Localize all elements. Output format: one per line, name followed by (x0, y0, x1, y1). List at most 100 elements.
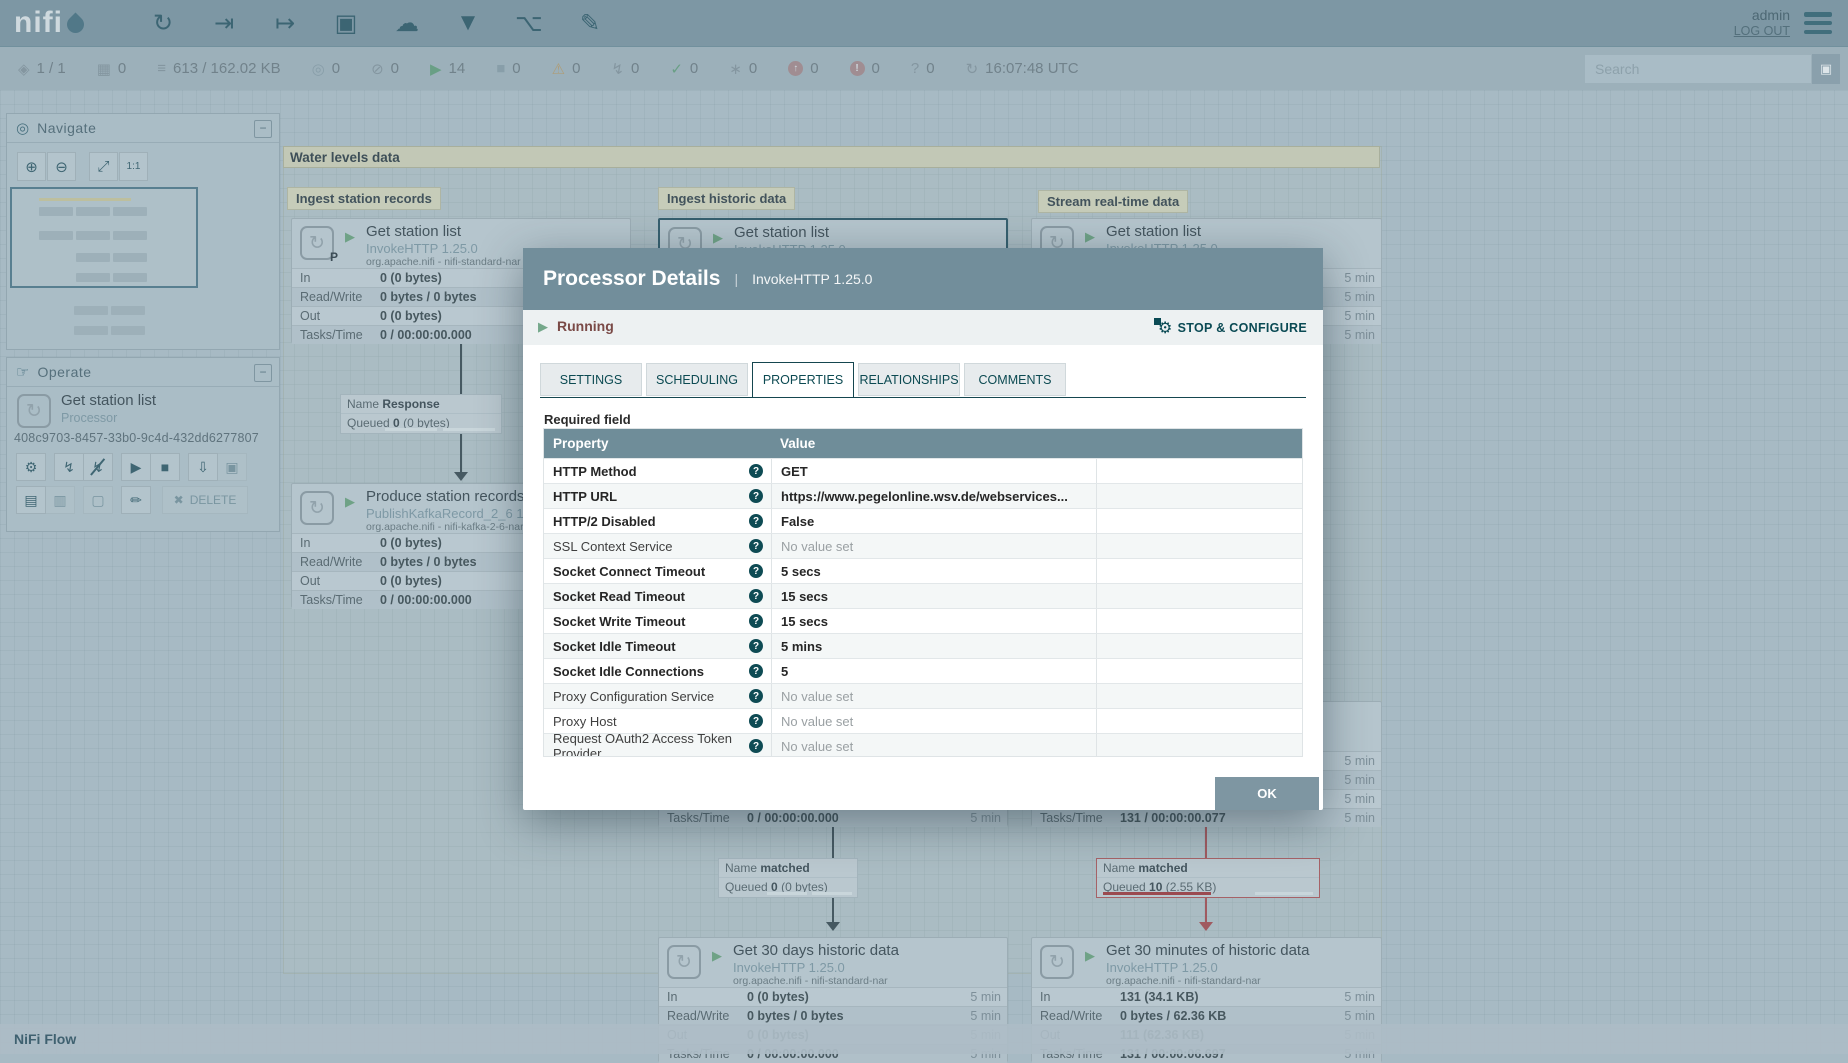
output-port-icon[interactable]: ↦ (268, 6, 302, 40)
connection-arrow-icon (454, 472, 468, 481)
help-icon[interactable] (749, 664, 763, 678)
table-row[interactable]: Socket Connect Timeout5 secs (544, 558, 1302, 583)
operate-header[interactable]: ☞ Operate (7, 358, 279, 387)
table-row[interactable]: Socket Write Timeout15 secs (544, 608, 1302, 633)
help-icon[interactable] (749, 514, 763, 528)
run-status-icon: ▶ (712, 948, 722, 963)
minimap-block (74, 326, 108, 335)
help-icon[interactable] (749, 539, 763, 553)
breadcrumb[interactable]: NiFi Flow (14, 1031, 76, 1047)
tab-properties[interactable]: PROPERTIES (752, 362, 854, 397)
stat-in: In 131 (34.1 KB) 5 min (1032, 987, 1381, 1006)
run-status-icon: ▶ (1085, 948, 1095, 963)
copy-button[interactable]: ▤ (16, 486, 46, 514)
help-icon[interactable] (749, 614, 763, 628)
table-row[interactable]: HTTP MethodGET (544, 458, 1302, 483)
threads-icon: ▦ (96, 60, 111, 78)
refresh-icon[interactable]: ↻ (966, 60, 979, 78)
processor-details-dialog: Processor Details InvokeHTTP 1.25.0 ▶ Ru… (523, 248, 1323, 810)
tab-relationships[interactable]: RELATIONSHIPS (858, 363, 960, 396)
processor-name: Get station list (734, 224, 830, 241)
navigate-palette: ◎ Navigate ⊕ ⊖ ⤢ 1:1 (6, 113, 280, 350)
zoom-actual-button[interactable]: 1:1 (119, 152, 148, 181)
table-row[interactable]: Socket Read Timeout15 secs (544, 583, 1302, 608)
table-row[interactable]: HTTP/2 DisabledFalse (544, 508, 1302, 533)
connection-label-matched-left[interactable]: Name matched Queued 0 (0 bytes) (718, 858, 858, 898)
status-stale: ↑ 0 (788, 60, 819, 77)
help-icon[interactable] (749, 689, 763, 703)
template-icon[interactable]: ⌥ (512, 6, 546, 40)
help-icon[interactable] (749, 489, 763, 503)
component-toolbar: ↻ ⇥ ↦ ▣ ☁ ▼ ⌥ ✎ (146, 6, 607, 40)
processor-name: Get 30 minutes of historic data (1106, 942, 1310, 959)
minimap-block (113, 231, 147, 240)
disable-button[interactable]: ↯ (83, 453, 113, 481)
table-row[interactable]: Socket Idle Connections5 (544, 658, 1302, 683)
configure-button[interactable]: ⚙ (16, 453, 46, 481)
ok-button[interactable]: OK (1215, 777, 1319, 810)
table-row[interactable]: SSL Context ServiceNo value set (544, 533, 1302, 558)
zoom-in-button[interactable]: ⊕ (17, 152, 46, 181)
help-icon[interactable] (749, 589, 763, 603)
stop-button[interactable]: ■ (150, 453, 180, 481)
stat-readwrite: Read/Write 0 bytes / 62.36 KB 5 min (1032, 1006, 1381, 1025)
search-input[interactable] (1585, 59, 1811, 78)
table-row[interactable]: Proxy HostNo value set (544, 708, 1302, 733)
global-menu-icon[interactable] (1804, 12, 1832, 34)
zoom-out-button[interactable]: ⊖ (47, 152, 76, 181)
stale-icon: ↑ (788, 61, 804, 76)
search-button[interactable]: ▣ (1812, 53, 1840, 84)
processor-name: Produce station records (366, 488, 525, 505)
stop-configure-icon: ⚙ (1154, 318, 1173, 337)
not-transmitting-icon: ⊘ (371, 60, 384, 78)
connection-label-matched-right[interactable]: Name matched Queued 10 (2.55 KB) (1096, 858, 1320, 898)
save-template-button[interactable]: ⇩ (188, 453, 218, 481)
tab-settings[interactable]: SETTINGS (540, 363, 642, 396)
group-label-ingest-historic-data[interactable]: Ingest historic data (658, 187, 796, 210)
start-button[interactable]: ▶ (121, 453, 151, 481)
selected-component-id: 408c9703-8457-33b0-9c4d-432dd6277807 (14, 431, 259, 445)
help-icon[interactable] (749, 739, 763, 753)
minimap-block (74, 306, 108, 315)
navigate-header[interactable]: ◎ Navigate (7, 114, 279, 143)
change-color-button[interactable]: ✏ (121, 486, 151, 514)
operate-palette: ☞ Operate ↻ Get station list Processor 4… (6, 357, 280, 532)
collapse-operate-icon[interactable] (254, 364, 272, 382)
run-status-icon: ▶ (345, 494, 355, 509)
label-icon[interactable]: ✎ (573, 6, 607, 40)
collapse-navigate-icon[interactable] (254, 120, 272, 138)
group-label-ingest-station-records[interactable]: Ingest station records (287, 187, 441, 210)
zoom-fit-button[interactable]: ⤢ (89, 152, 118, 181)
help-icon[interactable] (749, 639, 763, 653)
funnel-icon[interactable]: ▼ (451, 6, 485, 40)
input-port-icon[interactable]: ⇥ (207, 6, 241, 40)
table-row[interactable]: Request OAuth2 Access Token ProviderNo v… (544, 731, 1302, 756)
minimap-block (113, 273, 147, 282)
status-transmitting: ◎ 0 (311, 60, 341, 78)
table-row[interactable]: Proxy Configuration ServiceNo value set (544, 683, 1302, 708)
help-icon[interactable] (749, 564, 763, 578)
tab-comments[interactable]: COMMENTS (964, 363, 1066, 396)
enable-button[interactable]: ↯ (54, 453, 84, 481)
tab-scheduling[interactable]: SCHEDULING (646, 363, 748, 396)
process-group-icon[interactable]: ▣ (329, 6, 363, 40)
help-icon[interactable] (749, 714, 763, 728)
stop-and-configure-button[interactable]: ⚙ STOP & CONFIGURE (1154, 318, 1307, 338)
status-cluster: ◈ 1 / 1 (18, 60, 66, 78)
table-row[interactable]: HTTP URLhttps://www.pegelonline.wsv.de/w… (544, 483, 1302, 508)
last-refresh[interactable]: ↻ 16:07:48 UTC (966, 60, 1079, 78)
running-icon: ▶ (429, 60, 442, 78)
group-label-stream-real-time-data[interactable]: Stream real-time data (1038, 190, 1189, 213)
logout-link[interactable]: LOG OUT (1734, 23, 1790, 39)
hand-icon: ☞ (16, 364, 30, 381)
connection-arrow-icon (826, 922, 840, 931)
flow-label[interactable]: Water levels data (283, 146, 1380, 168)
remote-process-group-icon[interactable]: ☁ (390, 6, 424, 40)
processor-icon[interactable]: ↻ (146, 6, 180, 40)
help-icon[interactable] (749, 464, 763, 478)
table-row[interactable]: Socket Idle Timeout5 mins (544, 633, 1302, 658)
queue-size-bar (812, 892, 852, 895)
search-box (1584, 53, 1812, 84)
birdseye-view[interactable] (10, 187, 198, 288)
connection-label-response[interactable]: Name Response Queued 0 (0 bytes) (340, 394, 502, 434)
